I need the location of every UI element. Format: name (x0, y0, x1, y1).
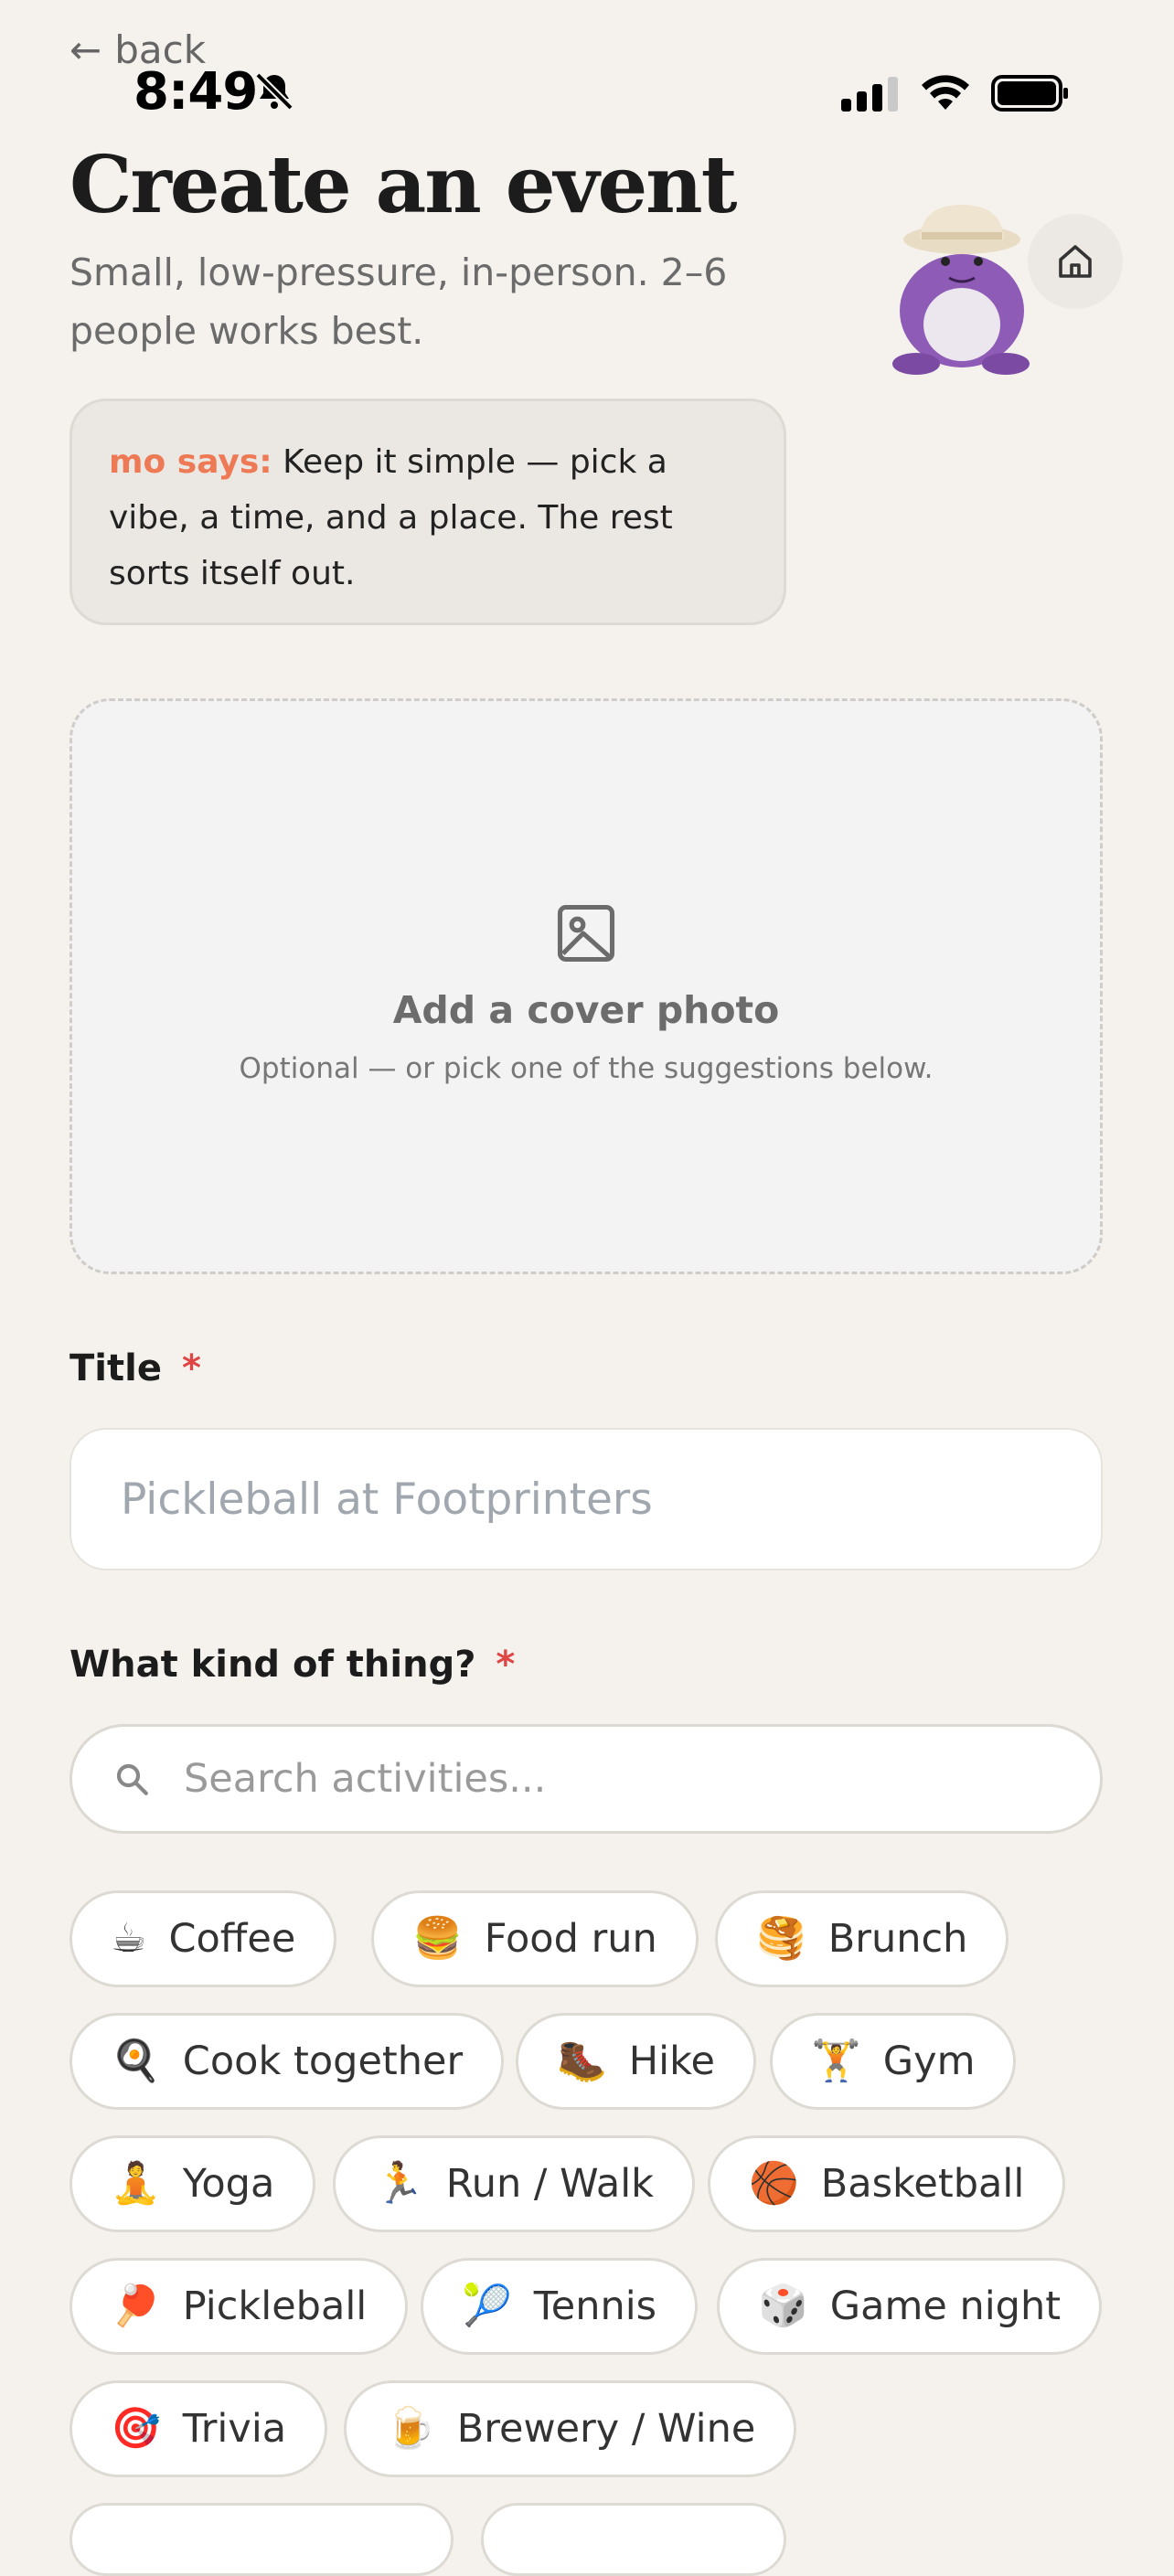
activity-chip-run-walk[interactable]: 🏃 Run / Walk (333, 2135, 696, 2232)
activity-chip-partial[interactable] (69, 2503, 454, 2576)
activity-chip-partial[interactable] (481, 2503, 786, 2576)
title-input[interactable]: Pickleball at Footprinters (69, 1428, 1103, 1570)
battery-icon (991, 75, 1068, 112)
home-icon (1059, 245, 1092, 278)
title-label-text: Title (69, 1347, 162, 1389)
chip-label: Coffee (168, 1916, 296, 1962)
chip-label: Gym (882, 2038, 976, 2084)
activity-chip-coffee[interactable]: ☕ Coffee (69, 1890, 337, 1987)
weightlifter-icon: 🏋️ (811, 2038, 861, 2084)
chip-label: Game night (829, 2283, 1062, 2329)
home-button[interactable] (1028, 214, 1123, 309)
chip-label: Food run (484, 1916, 657, 1962)
tip-speaker: mo says: (109, 443, 272, 481)
activity-chip-brewery-wine[interactable]: 🍺 Brewery / Wine (344, 2380, 797, 2477)
chip-label: Cook together (182, 2038, 464, 2084)
hiking-boot-icon: 🥾 (557, 2038, 607, 2084)
required-mark: * (181, 1347, 201, 1389)
chip-label: Hike (628, 2038, 715, 2084)
activity-chip-tennis[interactable]: 🎾 Tennis (421, 2258, 699, 2355)
activity-chip-cook-together[interactable]: 🍳 Cook together (69, 2013, 505, 2110)
chip-label: Basketball (820, 2161, 1025, 2207)
image-icon (557, 904, 615, 963)
burger-icon: 🍔 (412, 1915, 463, 1962)
activity-chip-hike[interactable]: 🥾 Hike (516, 2013, 756, 2110)
kind-label: What kind of thing? * (69, 1644, 515, 1686)
chip-label: Yoga (182, 2161, 275, 2207)
status-time: 8:49 (133, 62, 258, 122)
activity-chip-trivia[interactable]: 🎯 Trivia (69, 2380, 328, 2477)
cover-photo-subtitle: Optional — or pick one of the suggestion… (239, 1052, 934, 1085)
title-label: Title * (69, 1347, 201, 1389)
activity-chip-gym[interactable]: 🏋️ Gym (770, 2013, 1017, 2110)
back-arrow-icon: ← (69, 27, 102, 72)
wifi-icon (922, 75, 969, 110)
basketball-icon: 🏀 (749, 2160, 799, 2207)
runner-icon: 🏃 (374, 2160, 424, 2207)
frying-pan-icon: 🍳 (111, 2038, 161, 2084)
chip-label: Trivia (182, 2406, 287, 2452)
page-subtitle: Small, low-pressure, in-person. 2–6 peop… (69, 250, 728, 353)
activity-search-input[interactable]: Search activities... (69, 1724, 1103, 1834)
search-icon (116, 1763, 148, 1795)
pancakes-icon: 🥞 (756, 1915, 806, 1962)
cover-photo-title: Add a cover photo (392, 988, 780, 1032)
search-placeholder: Search activities... (184, 1756, 547, 1802)
activity-chip-yoga[interactable]: 🧘 Yoga (69, 2135, 316, 2232)
chip-label: Brunch (827, 1916, 968, 1962)
chip-label: Run / Walk (445, 2161, 655, 2207)
paddle-icon: 🏓 (111, 2283, 161, 2329)
target-icon: 🎯 (111, 2405, 161, 2452)
cell-signal-icon (841, 77, 898, 112)
activity-chip-brunch[interactable]: 🥞 Brunch (715, 1890, 1009, 1987)
activity-chip-food-run[interactable]: 🍔 Food run (371, 1890, 699, 1987)
activity-chip-pickleball[interactable]: 🏓 Pickleball (69, 2258, 409, 2355)
cover-photo-dropzone[interactable]: Add a cover photo Optional — or pick one… (69, 698, 1103, 1274)
coffee-icon: ☕ (111, 1915, 147, 1962)
chip-label: Tennis (533, 2283, 657, 2329)
tennis-ball-icon: 🎾 (462, 2283, 512, 2329)
yoga-icon: 🧘 (111, 2160, 161, 2207)
beer-icon: 🍺 (385, 2405, 435, 2452)
bell-slash-icon (255, 72, 294, 111)
required-mark: * (496, 1644, 516, 1686)
chip-label: Pickleball (182, 2283, 368, 2329)
dice-icon: 🎲 (758, 2283, 808, 2329)
activity-chip-game-night[interactable]: 🎲 Game night (717, 2258, 1103, 2355)
mascot-avatar (892, 205, 1030, 375)
kind-label-text: What kind of thing? (69, 1644, 476, 1686)
title-input-placeholder: Pickleball at Footprinters (121, 1474, 653, 1525)
tip-bubble: mo says: Keep it simple — pick a vibe, a… (69, 399, 786, 625)
chip-label: Brewery / Wine (456, 2406, 756, 2452)
page-title: Create an event (69, 139, 737, 231)
activity-chip-basketball[interactable]: 🏀 Basketball (708, 2135, 1066, 2232)
